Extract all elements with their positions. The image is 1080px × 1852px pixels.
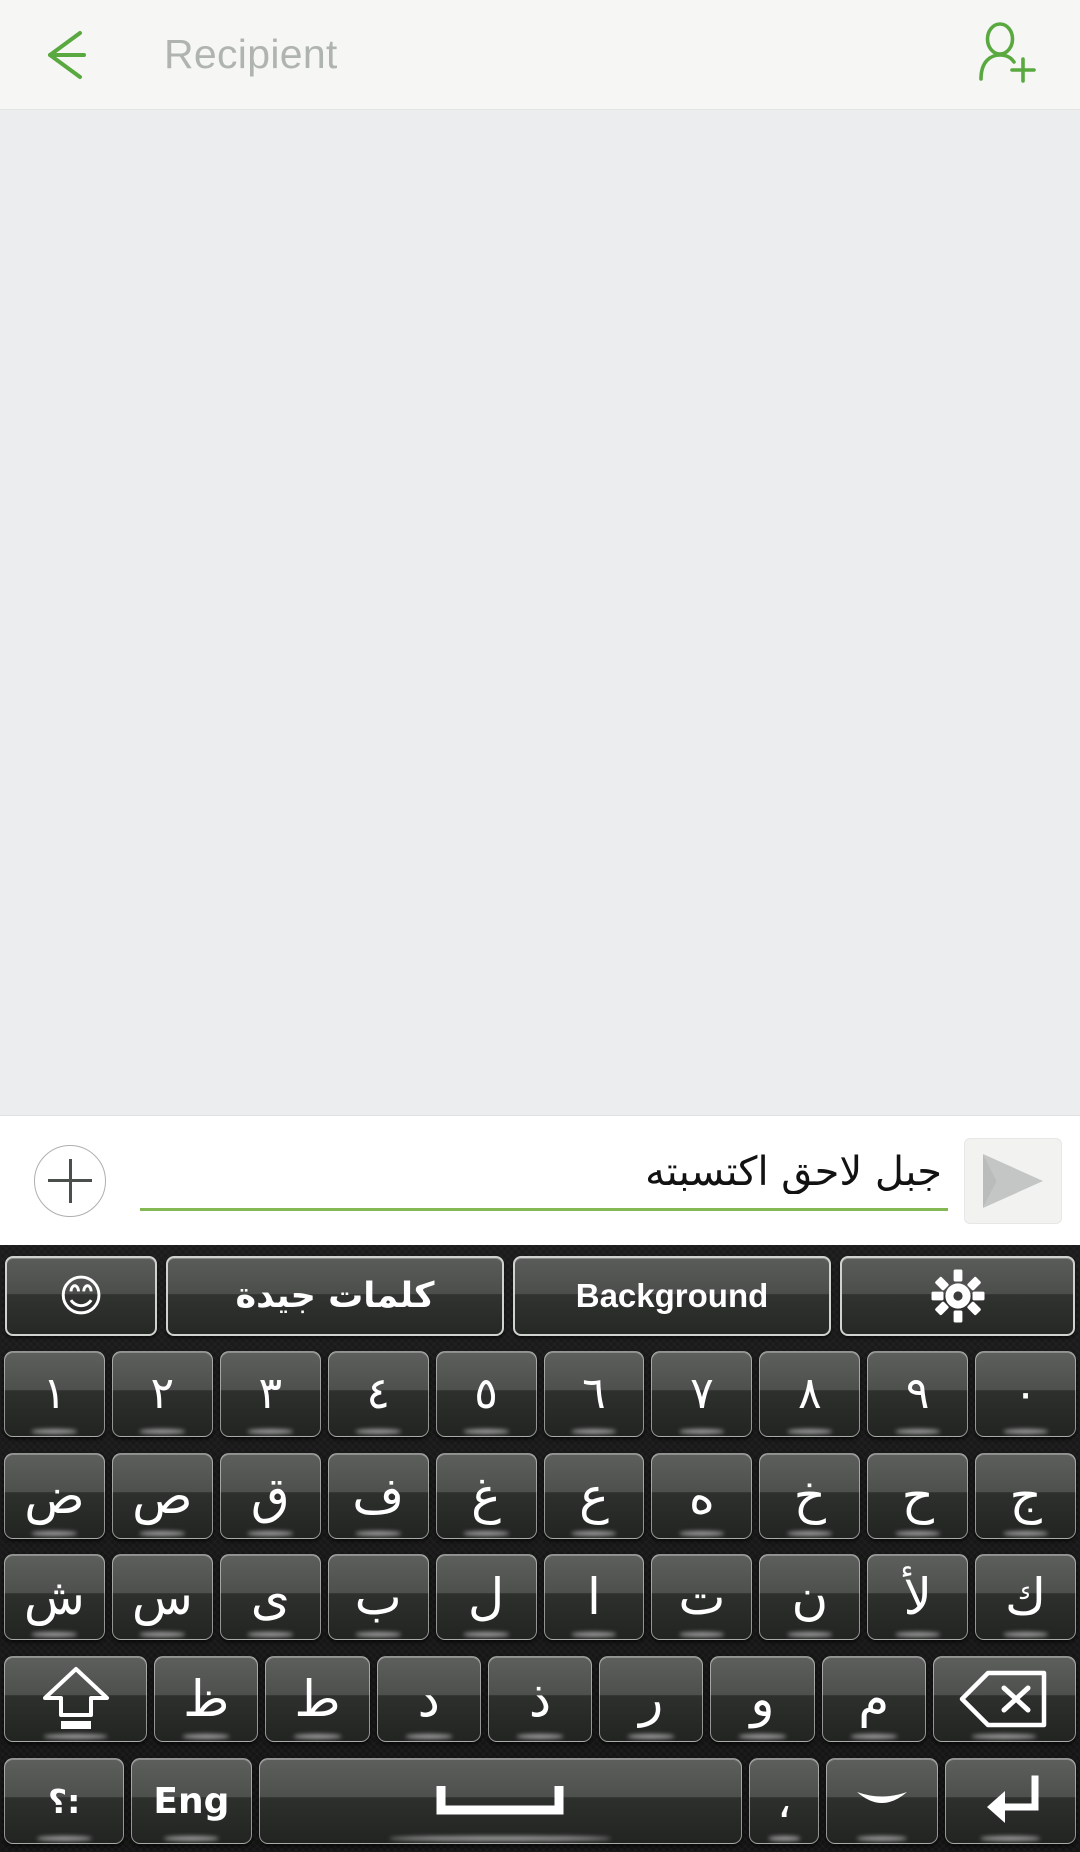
key-lam[interactable]: ل — [435, 1554, 537, 1641]
background-label: Background — [575, 1277, 769, 1314]
message-field[interactable] — [140, 1129, 948, 1233]
back-button[interactable] — [34, 16, 112, 94]
send-button[interactable] — [964, 1137, 1062, 1224]
key-dad[interactable]: ض — [4, 1452, 105, 1539]
keyboard-letter-row-1: ض ص ق ف غ ع ه خ ح ج — [0, 1445, 1080, 1547]
key-fa[interactable]: ف — [327, 1452, 429, 1539]
settings-button[interactable] — [840, 1256, 1075, 1336]
key-ain[interactable]: ع — [543, 1452, 645, 1539]
conversation-area[interactable] — [0, 110, 1080, 1115]
compose-bar — [0, 1115, 1080, 1245]
smiley-key-icon — [851, 1784, 913, 1818]
key-thal[interactable]: ذ — [487, 1656, 593, 1743]
space-key[interactable] — [258, 1758, 743, 1845]
key-3[interactable]: ٣ — [219, 1350, 321, 1437]
space-bar-icon — [435, 1784, 565, 1818]
recipient-field[interactable] — [112, 0, 960, 109]
app-screen: 😊 كلمات جيدة Background — [0, 0, 1080, 1852]
key-7[interactable]: ٧ — [651, 1350, 753, 1437]
key-ha[interactable]: ه — [651, 1452, 753, 1539]
shift-arrow-icon — [39, 1666, 113, 1732]
key-4[interactable]: ٤ — [327, 1350, 429, 1437]
keyboard-number-row: ١ ٢ ٣ ٤ ٥ ٦ ٧ ٨ ٩ ٠ — [0, 1343, 1080, 1445]
keyboard-letter-row-3: ظ ط د ذ ر و م — [0, 1648, 1080, 1750]
key-dal[interactable]: د — [376, 1656, 481, 1743]
key-ta[interactable]: ت — [651, 1554, 753, 1641]
message-underline — [140, 1208, 948, 1211]
key-kaf[interactable]: ك — [975, 1554, 1077, 1641]
key-ra[interactable]: ر — [599, 1656, 704, 1743]
gear-icon — [930, 1268, 986, 1324]
keyboard-letter-row-2: ش س ى ب ل ا ت ن لأ ك — [0, 1547, 1080, 1649]
backspace-key[interactable] — [932, 1656, 1076, 1743]
app-header — [0, 0, 1080, 110]
key-noon[interactable]: ن — [759, 1554, 861, 1641]
key-8[interactable]: ٨ — [759, 1350, 861, 1437]
shift-key[interactable] — [4, 1656, 148, 1743]
key-sheen[interactable]: ش — [4, 1554, 105, 1641]
enter-key[interactable] — [944, 1758, 1076, 1845]
backspace-icon — [958, 1668, 1050, 1730]
key-alef-maqsura[interactable]: ى — [219, 1554, 321, 1641]
key-ba[interactable]: ب — [327, 1554, 429, 1641]
send-paper-plane-icon — [977, 1150, 1049, 1212]
key-tah[interactable]: ط — [265, 1656, 370, 1743]
attach-button[interactable] — [34, 1144, 106, 1217]
key-6[interactable]: ٦ — [543, 1350, 645, 1437]
key-0[interactable]: ٠ — [975, 1350, 1077, 1437]
key-meem[interactable]: م — [821, 1656, 926, 1743]
message-input[interactable] — [140, 1150, 948, 1208]
keyboard-bottom-row: ؟: Eng ، — [0, 1750, 1080, 1852]
enter-arrow-icon — [975, 1773, 1045, 1829]
good-words-label: كلمات جيدة — [235, 1276, 435, 1316]
background-button[interactable]: Background — [513, 1256, 831, 1336]
virtual-keyboard: 😊 كلمات جيدة Background ١ ٢ ٣ ٤ ٥ ٦ ٧ ٨ … — [0, 1245, 1080, 1852]
key-lam-alef-hamza[interactable]: لأ — [867, 1554, 969, 1641]
smiley-icon: 😊 — [58, 1271, 104, 1321]
keyboard-toolbar: 😊 كلمات جيدة Background — [0, 1249, 1080, 1343]
key-1[interactable]: ١ — [4, 1350, 105, 1437]
key-2[interactable]: ٢ — [111, 1350, 213, 1437]
key-ghain[interactable]: غ — [435, 1452, 537, 1539]
key-waw[interactable]: و — [710, 1656, 815, 1743]
language-switch-key[interactable]: Eng — [131, 1758, 252, 1845]
key-hah[interactable]: ح — [867, 1452, 969, 1539]
key-9[interactable]: ٩ — [867, 1350, 969, 1437]
comma-key[interactable]: ، — [749, 1758, 820, 1845]
back-arrow-icon — [40, 29, 106, 81]
key-kha[interactable]: خ — [759, 1452, 861, 1539]
good-words-button[interactable]: كلمات جيدة — [166, 1256, 504, 1336]
key-seen[interactable]: س — [111, 1554, 213, 1641]
add-contact-button[interactable] — [960, 12, 1046, 98]
key-sad[interactable]: ص — [111, 1452, 213, 1539]
plus-icon — [48, 1158, 92, 1203]
key-jeem[interactable]: ج — [975, 1452, 1077, 1539]
smiley-key[interactable] — [826, 1758, 938, 1845]
key-alef[interactable]: ا — [543, 1554, 645, 1641]
symbols-key[interactable]: ؟: — [4, 1758, 125, 1845]
emoji-button[interactable]: 😊 — [5, 1256, 157, 1336]
key-5[interactable]: ٥ — [435, 1350, 537, 1437]
key-qaf[interactable]: ق — [219, 1452, 321, 1539]
recipient-input[interactable] — [164, 31, 960, 78]
key-zah[interactable]: ظ — [154, 1656, 259, 1743]
add-contact-icon — [967, 19, 1039, 91]
